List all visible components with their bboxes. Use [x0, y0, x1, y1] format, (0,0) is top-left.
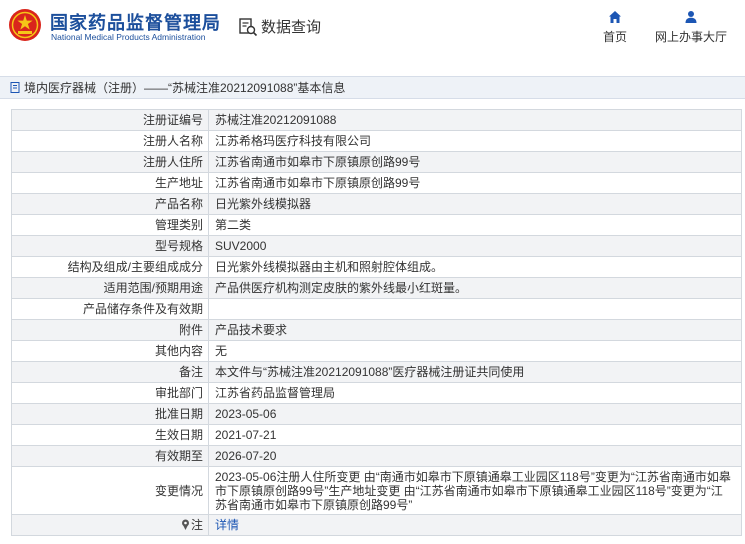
row-value: 第二类	[208, 214, 742, 236]
row-label: 注册证编号	[11, 109, 209, 131]
row-label: 批准日期	[11, 403, 209, 425]
table-row: 型号规格 SUV2000	[11, 235, 742, 257]
table-row: 管理类别 第二类	[11, 214, 742, 236]
table-row: 产品名称 日光紫外线模拟器	[11, 193, 742, 215]
row-value: 江苏省南通市如皋市下原镇原创路99号	[208, 151, 742, 173]
nav-online-office[interactable]: 网上办事大厅	[654, 10, 728, 45]
table-row: 适用范围/预期用途 产品供医疗机构测定皮肤的紫外线最小红斑量。	[11, 277, 742, 299]
user-icon	[685, 11, 697, 23]
table-row-note: 注 详情	[11, 514, 742, 536]
row-value: 江苏省药品监督管理局	[208, 382, 742, 404]
pin-icon	[181, 519, 189, 530]
row-value: 产品技术要求	[208, 319, 742, 341]
document-icon	[10, 82, 20, 93]
details-link[interactable]: 详情	[215, 518, 239, 532]
row-label: 变更情况	[11, 466, 209, 515]
table-row: 生产地址 江苏省南通市如皋市下原镇原创路99号	[11, 172, 742, 194]
row-label: 型号规格	[11, 235, 209, 257]
nav-home[interactable]: 首页	[600, 10, 630, 45]
row-label: 生产地址	[11, 172, 209, 194]
table-row: 生效日期 2021-07-21	[11, 424, 742, 446]
row-value: 江苏省南通市如皋市下原镇原创路99号	[208, 172, 742, 194]
breadcrumb: 境内医疗器械（注册）——“苏械注准20212091088”基本信息	[0, 76, 745, 99]
note-label-cell: 注	[11, 514, 209, 536]
table-row: 注册人住所 江苏省南通市如皋市下原镇原创路99号	[11, 151, 742, 173]
table-row: 批准日期 2023-05-06	[11, 403, 742, 425]
search-document-icon	[239, 17, 258, 36]
nmpa-logo-icon[interactable]	[8, 8, 42, 42]
row-label: 适用范围/预期用途	[11, 277, 209, 299]
row-value: 2023-05-06注册人住所变更 由“南通市如皋市下原镇通皋工业园区118号”…	[208, 466, 742, 515]
table-row: 其他内容无	[11, 340, 742, 362]
table-row: 备注 本文件与“苏械注准20212091088”医疗器械注册证共同使用	[11, 361, 742, 383]
table-row: 变更情况 2023-05-06注册人住所变更 由“南通市如皋市下原镇通皋工业园区1…	[11, 466, 742, 515]
table-row: 注册证编号 苏械注准20212091088	[11, 109, 742, 131]
table-row: 产品储存条件及有效期	[11, 298, 742, 320]
row-label: 管理类别	[11, 214, 209, 236]
row-label: 审批部门	[11, 382, 209, 404]
row-value: 无	[208, 340, 742, 362]
row-label: 注册人住所	[11, 151, 209, 173]
row-value: 2026-07-20	[208, 445, 742, 467]
data-query-label: 数据查询	[261, 19, 322, 36]
note-value-cell: 详情	[208, 514, 742, 536]
row-label: 备注	[11, 361, 209, 383]
row-value: 日光紫外线模拟器	[208, 193, 742, 215]
row-label: 附件	[11, 319, 209, 341]
row-label: 产品名称	[11, 193, 209, 215]
site-subtitle: National Medical Products Administration	[51, 32, 206, 42]
table-row: 附件 产品技术要求	[11, 319, 742, 341]
table-row: 注册人名称 江苏希格玛医疗科技有限公司	[11, 130, 742, 152]
nav-home-label: 首页	[602, 30, 627, 44]
row-label: 结构及组成/主要组成成分	[11, 256, 209, 278]
row-value: 苏械注准20212091088	[208, 109, 742, 131]
row-value: 本文件与“苏械注准20212091088”医疗器械注册证共同使用	[208, 361, 742, 383]
table-row: 审批部门 江苏省药品监督管理局	[11, 382, 742, 404]
nav-online-office-label: 网上办事大厅	[654, 30, 727, 44]
row-value: 2021-07-21	[208, 424, 742, 446]
table-row: 有效期至 2026-07-20	[11, 445, 742, 467]
row-value: 日光紫外线模拟器由主机和照射腔体组成。	[208, 256, 742, 278]
data-query-link[interactable]: 数据查询	[238, 16, 321, 37]
row-value: 江苏希格玛医疗科技有限公司	[208, 130, 742, 152]
breadcrumb-text: 境内医疗器械（注册）——“苏械注准20212091088”基本信息	[24, 81, 346, 95]
row-value: 产品供医疗机构测定皮肤的紫外线最小红斑量。	[208, 277, 742, 299]
table-row: 结构及组成/主要组成成分 日光紫外线模拟器由主机和照射腔体组成。	[11, 256, 742, 278]
row-label: 注册人名称	[11, 130, 209, 152]
row-label: 有效期至	[11, 445, 209, 467]
row-value: 2023-05-06	[208, 403, 742, 425]
row-value: SUV2000	[208, 235, 742, 257]
row-label: 其他内容	[11, 340, 209, 362]
site-header: 国家药品监督管理局 National Medical Products Admi…	[0, 0, 745, 62]
row-label: 产品储存条件及有效期	[11, 298, 209, 320]
registration-info-table: 注册证编号 苏械注准20212091088 注册人名称 江苏希格玛医疗科技有限公司 …	[11, 109, 742, 536]
row-value	[208, 298, 742, 320]
row-label: 生效日期	[11, 424, 209, 446]
home-icon	[609, 11, 621, 23]
note-label: 注	[190, 518, 203, 532]
